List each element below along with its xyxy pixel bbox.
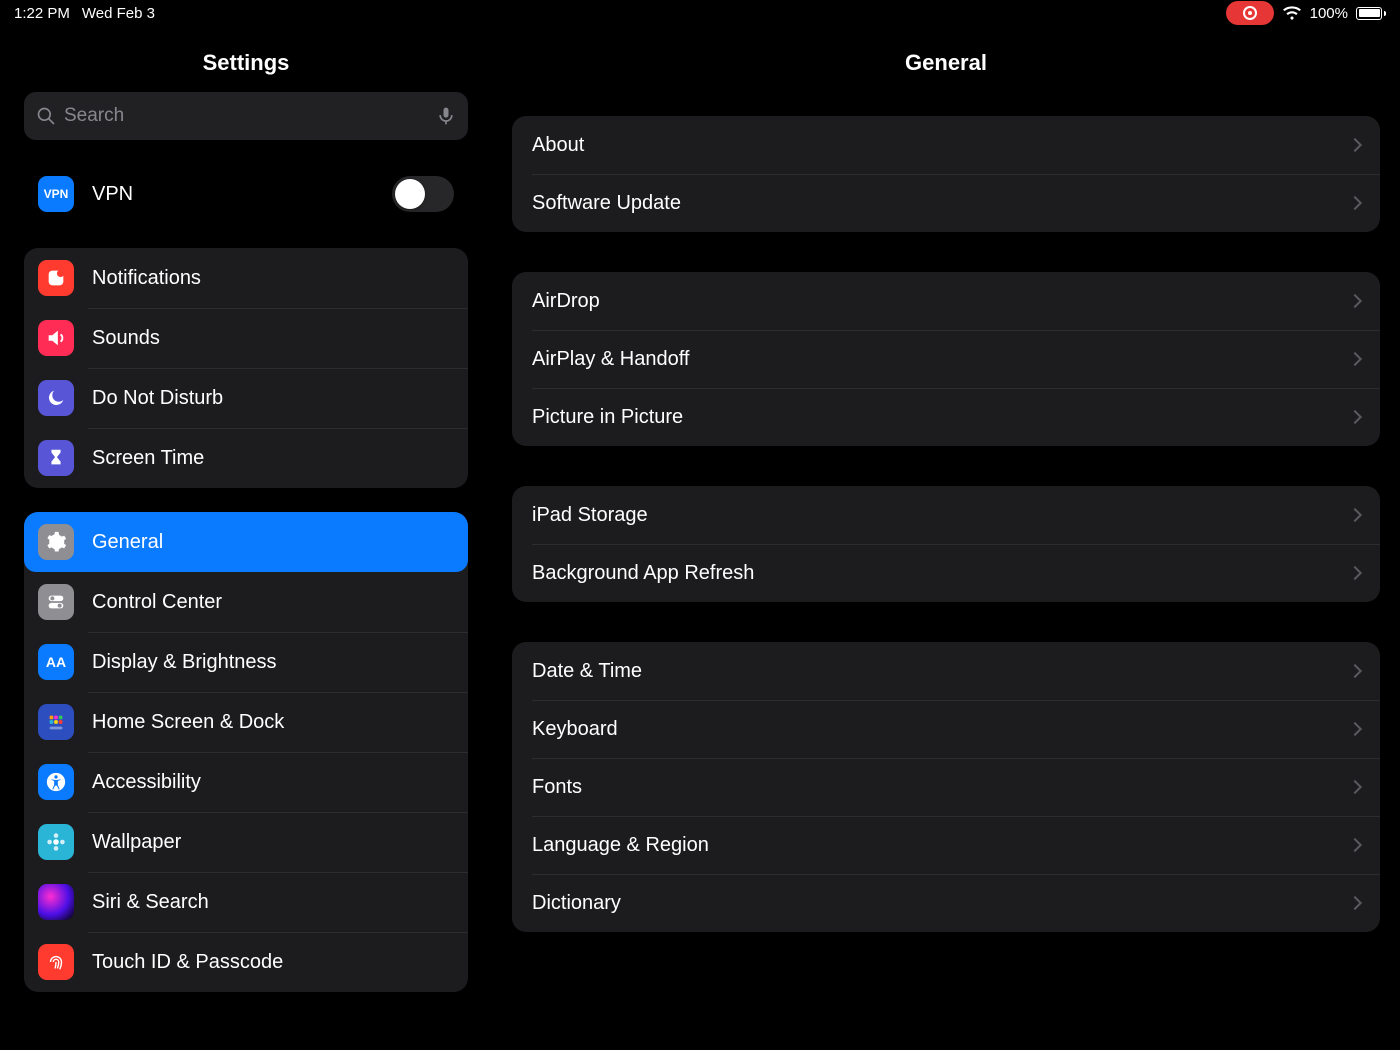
app-grid-icon xyxy=(38,704,74,740)
detail-item-label: AirDrop xyxy=(532,290,1350,313)
sidebar-item-label: Home Screen & Dock xyxy=(92,711,454,734)
chevron-right-icon xyxy=(1348,294,1362,308)
accessibility-icon xyxy=(38,764,74,800)
detail-group-4: Date & Time Keyboard Fonts Language & Re… xyxy=(512,642,1380,932)
gear-icon xyxy=(38,524,74,560)
sidebar-item-siri[interactable]: Siri & Search xyxy=(24,872,468,932)
sidebar-item-label: Display & Brightness xyxy=(92,651,454,674)
status-bar: 1:22 PM Wed Feb 3 100% xyxy=(0,0,1400,26)
detail-item-dictionary[interactable]: Dictionary xyxy=(512,874,1380,932)
detail-item-bgrefresh[interactable]: Background App Refresh xyxy=(512,544,1380,602)
sidebar-item-label: Siri & Search xyxy=(92,891,454,914)
detail-item-label: Date & Time xyxy=(532,660,1350,683)
detail-item-label: iPad Storage xyxy=(532,504,1350,527)
sidebar-item-dnd[interactable]: Do Not Disturb xyxy=(24,368,468,428)
detail-item-label: About xyxy=(532,134,1350,157)
flower-icon xyxy=(38,824,74,860)
battery-icon xyxy=(1356,7,1386,20)
chevron-right-icon xyxy=(1348,196,1362,210)
chevron-right-icon xyxy=(1348,838,1362,852)
detail-item-about[interactable]: About xyxy=(512,116,1380,174)
detail-group-1: About Software Update xyxy=(512,116,1380,232)
detail-item-airplay[interactable]: AirPlay & Handoff xyxy=(512,330,1380,388)
detail-item-datetime[interactable]: Date & Time xyxy=(512,642,1380,700)
detail-item-label: Dictionary xyxy=(532,892,1350,915)
sidebar-item-touchid[interactable]: Touch ID & Passcode xyxy=(24,932,468,992)
chevron-right-icon xyxy=(1348,722,1362,736)
detail-pane: General About Software Update AirDrop Ai… xyxy=(492,26,1400,1050)
detail-item-airdrop[interactable]: AirDrop xyxy=(512,272,1380,330)
chevron-right-icon xyxy=(1348,566,1362,580)
sounds-icon xyxy=(38,320,74,356)
moon-icon xyxy=(38,380,74,416)
sidebar-item-label: General xyxy=(92,531,454,554)
detail-item-pip[interactable]: Picture in Picture xyxy=(512,388,1380,446)
detail-item-label: Background App Refresh xyxy=(532,562,1350,585)
sidebar-item-wallpaper[interactable]: Wallpaper xyxy=(24,812,468,872)
fingerprint-icon xyxy=(38,944,74,980)
vpn-icon: VPN xyxy=(38,176,74,212)
sidebar-group-vpn: VPN VPN xyxy=(24,164,468,224)
sidebar-item-label: Wallpaper xyxy=(92,831,454,854)
status-date: Wed Feb 3 xyxy=(82,5,155,22)
text-size-icon: AA xyxy=(38,644,74,680)
sidebar-group-device: General Control Center AA Display & Brig… xyxy=(24,512,468,992)
sidebar-item-accessibility[interactable]: Accessibility xyxy=(24,752,468,812)
settings-sidebar: Settings VPN VPN Notifications Sounds xyxy=(0,26,492,1050)
detail-item-label: Software Update xyxy=(532,192,1350,215)
search-field[interactable] xyxy=(24,92,468,140)
toggles-icon xyxy=(38,584,74,620)
chevron-right-icon xyxy=(1348,508,1362,522)
wifi-icon xyxy=(1282,6,1302,20)
detail-item-label: AirPlay & Handoff xyxy=(532,348,1350,371)
screen-recording-indicator[interactable] xyxy=(1226,1,1274,25)
sidebar-item-notifications[interactable]: Notifications xyxy=(24,248,468,308)
mic-icon[interactable] xyxy=(436,106,456,126)
sidebar-item-screentime[interactable]: Screen Time xyxy=(24,428,468,488)
sidebar-item-home-screen[interactable]: Home Screen & Dock xyxy=(24,692,468,752)
search-icon xyxy=(36,106,56,126)
chevron-right-icon xyxy=(1348,896,1362,910)
detail-item-label: Fonts xyxy=(532,776,1350,799)
siri-icon xyxy=(38,884,74,920)
sidebar-item-label: VPN xyxy=(92,183,392,206)
detail-item-label: Keyboard xyxy=(532,718,1350,741)
chevron-right-icon xyxy=(1348,352,1362,366)
detail-item-label: Picture in Picture xyxy=(532,406,1350,429)
detail-item-language[interactable]: Language & Region xyxy=(512,816,1380,874)
vpn-toggle[interactable] xyxy=(392,176,454,212)
notifications-icon xyxy=(38,260,74,296)
sidebar-item-label: Sounds xyxy=(92,327,454,350)
detail-group-2: AirDrop AirPlay & Handoff Picture in Pic… xyxy=(512,272,1380,446)
sidebar-item-control-center[interactable]: Control Center xyxy=(24,572,468,632)
detail-item-fonts[interactable]: Fonts xyxy=(512,758,1380,816)
sidebar-item-vpn[interactable]: VPN VPN xyxy=(24,164,468,224)
sidebar-title: Settings xyxy=(0,50,492,76)
record-icon xyxy=(1243,6,1257,20)
detail-item-storage[interactable]: iPad Storage xyxy=(512,486,1380,544)
detail-item-software-update[interactable]: Software Update xyxy=(512,174,1380,232)
chevron-right-icon xyxy=(1348,780,1362,794)
sidebar-item-label: Control Center xyxy=(92,591,454,614)
chevron-right-icon xyxy=(1348,410,1362,424)
sidebar-item-general[interactable]: General xyxy=(24,512,468,572)
detail-item-label: Language & Region xyxy=(532,834,1350,857)
sidebar-group-alerts: Notifications Sounds Do Not Disturb Scre… xyxy=(24,248,468,488)
chevron-right-icon xyxy=(1348,664,1362,678)
battery-percent: 100% xyxy=(1310,5,1348,22)
sidebar-item-sounds[interactable]: Sounds xyxy=(24,308,468,368)
sidebar-item-label: Notifications xyxy=(92,267,454,290)
hourglass-icon xyxy=(38,440,74,476)
detail-item-keyboard[interactable]: Keyboard xyxy=(512,700,1380,758)
sidebar-item-label: Accessibility xyxy=(92,771,454,794)
sidebar-item-label: Screen Time xyxy=(92,447,454,470)
search-input[interactable] xyxy=(64,105,428,127)
status-time: 1:22 PM xyxy=(14,5,70,22)
detail-group-3: iPad Storage Background App Refresh xyxy=(512,486,1380,602)
sidebar-item-label: Touch ID & Passcode xyxy=(92,951,454,974)
sidebar-item-display[interactable]: AA Display & Brightness xyxy=(24,632,468,692)
detail-title: General xyxy=(512,50,1380,76)
chevron-right-icon xyxy=(1348,138,1362,152)
sidebar-item-label: Do Not Disturb xyxy=(92,387,454,410)
